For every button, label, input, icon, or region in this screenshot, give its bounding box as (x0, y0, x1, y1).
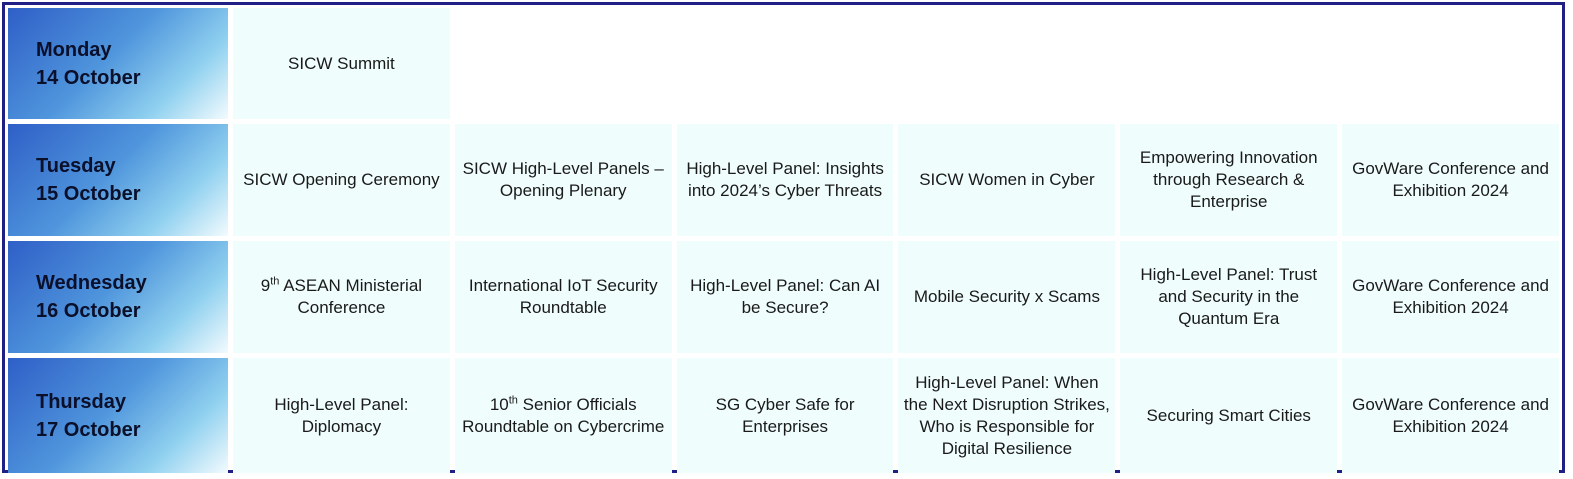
day-name: Thursday (36, 390, 127, 413)
event-cell: SG Cyber Safe for Enterprises (676, 358, 894, 473)
ordinal-number: 10 (489, 394, 509, 414)
event-cell: SICW High-Level Panels – Opening Plenary (454, 124, 672, 236)
day-name: Wednesday (36, 272, 147, 294)
event-cell: 9th ASEAN Ministerial Conference (233, 241, 450, 353)
event-cell: GovWare Conference and Exhibition 2024 (1342, 358, 1559, 473)
day-name: Monday (36, 38, 112, 61)
schedule-grid: Monday 14 October SICW Summit Tuesday 15… (8, 8, 1559, 473)
event-cell: SICW Summit (233, 8, 450, 119)
event-title-rest: ASEAN Ministerial Conference (279, 276, 423, 317)
ordinal-number: 9 (260, 276, 271, 295)
day-header-wednesday: Wednesday 16 October (8, 241, 228, 353)
day-header-tuesday: Tuesday 15 October (8, 124, 228, 236)
day-header-monday: Monday 14 October (8, 8, 228, 119)
event-cell: High-Level Panel: Diplomacy (233, 358, 450, 473)
event-text: 9th ASEAN Ministerial Conference (237, 275, 446, 319)
schedule-frame: Monday 14 October SICW Summit Tuesday 15… (2, 2, 1565, 473)
day-date: 15 October (36, 183, 141, 205)
event-cell: High-Level Panel: When the Next Disrupti… (898, 358, 1116, 473)
event-cell: 10th Senior Officials Roundtable on Cybe… (454, 358, 672, 473)
event-cell: Mobile Security x Scams (898, 241, 1116, 353)
ordinal-suffix: th (508, 393, 518, 406)
event-cell: GovWare Conference and Exhibition 2024 (1342, 124, 1559, 236)
empty-area (454, 8, 1559, 119)
day-name: Tuesday (36, 155, 116, 177)
day-date: 14 October (36, 66, 141, 89)
event-cell: High-Level Panel: Insights into 2024’s C… (676, 124, 894, 236)
day-header-thursday: Thursday 17 October (8, 358, 228, 473)
event-cell: High-Level Panel: Can AI be Secure? (676, 241, 894, 353)
event-cell: High-Level Panel: Trust and Security in … (1120, 241, 1338, 353)
event-text: 10th Senior Officials Roundtable on Cybe… (459, 394, 668, 438)
event-cell: SICW Opening Ceremony (233, 124, 450, 236)
event-cell: Securing Smart Cities (1120, 358, 1338, 473)
event-cell: Empowering Innovation through Research &… (1120, 124, 1338, 236)
event-cell: SICW Women in Cyber (898, 124, 1116, 236)
event-cell: International IoT Security Roundtable (454, 241, 672, 353)
day-date: 16 October (36, 300, 141, 322)
day-date: 17 October (36, 418, 141, 441)
event-cell: GovWare Conference and Exhibition 2024 (1342, 241, 1559, 353)
